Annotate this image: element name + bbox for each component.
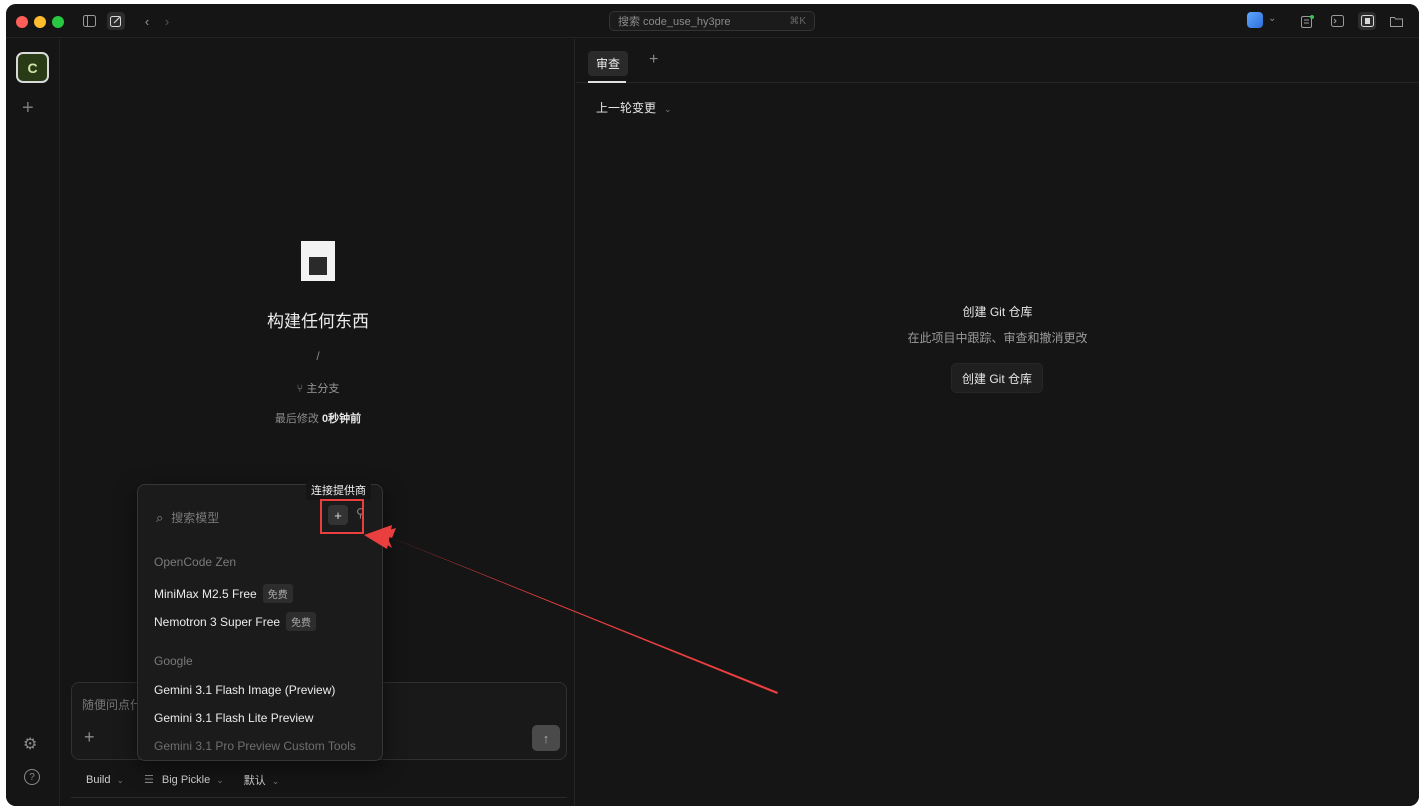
provider-group-label: OpenCode Zen xyxy=(154,555,237,569)
provider-group-label: Google xyxy=(154,654,193,668)
modified-label: 最后修改 xyxy=(274,413,319,425)
help-icon[interactable]: ? xyxy=(24,769,40,785)
minimize-window-button[interactable] xyxy=(34,16,46,28)
review-pane: 审查 + 上一轮变更 ⌄ 创建 Git 仓库 在此项目中跟踪、审查和撤消更改 创建… xyxy=(576,39,1419,806)
git-empty-title: 创建 Git 仓库 xyxy=(962,305,1033,319)
search-icon: ⌕ xyxy=(156,509,164,525)
close-window-button[interactable] xyxy=(16,16,28,28)
branch-label: 主分支 xyxy=(306,383,340,395)
annotation-highlight-box xyxy=(320,499,364,534)
review-tabs: 审查 + xyxy=(576,39,1419,83)
back-icon[interactable]: ‹ xyxy=(138,12,156,30)
folder-icon[interactable] xyxy=(1387,12,1405,30)
panel-toggle-icon[interactable] xyxy=(1358,12,1376,30)
command-search[interactable]: 搜索 code_use_hy3pre ⌘K xyxy=(609,11,815,31)
model-search-input[interactable]: 搜索模型 xyxy=(171,509,219,526)
git-branch-icon: ⑂ xyxy=(296,383,304,395)
send-button[interactable]: ↑ xyxy=(532,725,560,751)
app-logo-icon xyxy=(301,241,335,281)
agent-select[interactable]: Build ⌄ xyxy=(86,774,124,786)
settings-gear-icon[interactable]: ⚙ xyxy=(23,734,37,754)
sidebar-toggle-icon[interactable] xyxy=(80,12,98,30)
zoom-window-button[interactable] xyxy=(52,16,64,28)
add-tab-icon[interactable]: + xyxy=(649,51,658,69)
model-item[interactable]: Nemotron 3 Super Free 免费 xyxy=(154,612,317,631)
model-item[interactable]: Gemini 3.1 Flash Lite Preview xyxy=(154,711,313,725)
changes-scope-select[interactable]: 上一轮变更 ⌄ xyxy=(596,99,672,116)
command-search-text: 搜索 code_use_hy3pre xyxy=(618,16,731,28)
add-project-icon[interactable]: + xyxy=(22,97,34,120)
modified-value: 0秒钟前 xyxy=(321,413,362,425)
free-badge: 免费 xyxy=(262,584,293,603)
page-title: 构建任何东西 xyxy=(267,312,369,331)
project-path: / xyxy=(316,349,320,363)
terminal-icon[interactable] xyxy=(1328,12,1346,30)
attach-plus-icon[interactable]: + xyxy=(84,727,95,748)
project-rail: C + ⚙ ? xyxy=(6,39,60,806)
finder-app-icon[interactable] xyxy=(1247,12,1263,28)
tab-review[interactable]: 审查 xyxy=(588,51,629,76)
variant-select[interactable]: 默认 ⌄ xyxy=(244,772,280,788)
command-search-shortcut: ⌘K xyxy=(789,15,806,27)
model-select-icon: ☰ xyxy=(144,774,154,786)
review-changes-icon[interactable] xyxy=(1298,12,1316,30)
model-search[interactable]: ⌕ 搜索模型 xyxy=(156,509,219,526)
prompt-input[interactable]: 随便问点什 xyxy=(82,696,142,713)
model-item[interactable]: MiniMax M2.5 Free 免费 xyxy=(154,584,293,603)
model-item[interactable]: Gemini 3.1 Pro Preview Custom Tools xyxy=(154,739,356,753)
create-git-repo-button[interactable]: 创建 Git 仓库 xyxy=(951,363,1043,393)
last-modified: 最后修改 0秒钟前 xyxy=(61,410,575,426)
model-select[interactable]: ☰ Big Pickle ⌄ xyxy=(144,773,224,786)
active-tab-indicator xyxy=(588,81,626,83)
forward-icon[interactable]: › xyxy=(158,12,176,30)
new-session-icon[interactable] xyxy=(107,12,125,30)
composer-toolbar: Build ⌄ ☰ Big Pickle ⌄ 默认 ⌄ xyxy=(71,762,567,798)
model-item[interactable]: Gemini 3.1 Flash Image (Preview) xyxy=(154,683,335,697)
chevron-down-icon[interactable]: ⌄ xyxy=(1268,13,1276,24)
project-avatar[interactable]: C xyxy=(16,52,49,83)
branch-info: ⑂ 主分支 xyxy=(61,380,575,396)
title-bar: ‹ › 搜索 code_use_hy3pre ⌘K ⌄ xyxy=(6,4,1419,38)
git-empty-description: 在此项目中跟踪、审查和撤消更改 xyxy=(907,331,1088,345)
free-badge: 免费 xyxy=(286,612,317,631)
connect-provider-tooltip: 连接提供商 xyxy=(306,480,371,500)
